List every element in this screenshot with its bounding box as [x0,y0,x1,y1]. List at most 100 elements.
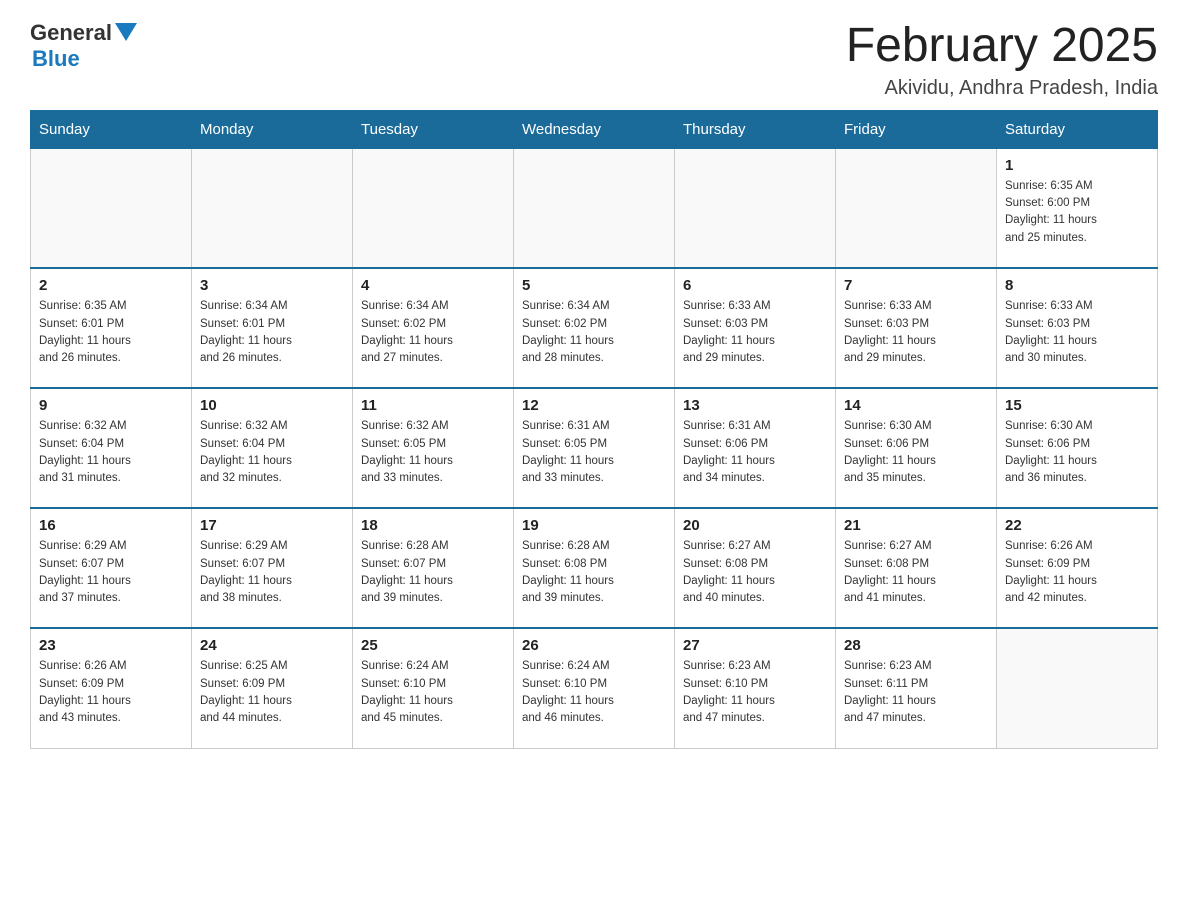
calendar-cell [997,628,1158,748]
day-info: Sunrise: 6:30 AMSunset: 6:06 PMDaylight:… [844,418,988,487]
page-header: General Blue February 2025 Akividu, Andh… [30,20,1158,100]
calendar-cell: 23 Sunrise: 6:26 AMSunset: 6:09 PMDayligh… [31,628,192,748]
calendar-cell: 21 Sunrise: 6:27 AMSunset: 6:08 PMDayligh… [836,508,997,628]
day-number: 3 [200,277,344,294]
day-info: Sunrise: 6:34 AMSunset: 6:02 PMDaylight:… [361,298,505,367]
calendar-cell: 22 Sunrise: 6:26 AMSunset: 6:09 PMDayligh… [997,508,1158,628]
logo-arrow-icon [115,23,137,41]
day-info: Sunrise: 6:31 AMSunset: 6:06 PMDaylight:… [683,418,827,487]
col-header-monday: Monday [192,110,353,148]
calendar-cell [192,148,353,268]
day-info: Sunrise: 6:35 AMSunset: 6:00 PMDaylight:… [1005,178,1149,247]
logo-blue-text: Blue [32,46,80,71]
day-number: 12 [522,397,666,414]
day-number: 17 [200,517,344,534]
calendar-cell: 6 Sunrise: 6:33 AMSunset: 6:03 PMDaylight… [675,268,836,388]
calendar-cell: 18 Sunrise: 6:28 AMSunset: 6:07 PMDayligh… [353,508,514,628]
calendar-cell: 19 Sunrise: 6:28 AMSunset: 6:08 PMDayligh… [514,508,675,628]
calendar-cell: 12 Sunrise: 6:31 AMSunset: 6:05 PMDayligh… [514,388,675,508]
day-info: Sunrise: 6:27 AMSunset: 6:08 PMDaylight:… [683,538,827,607]
calendar-cell: 10 Sunrise: 6:32 AMSunset: 6:04 PMDayligh… [192,388,353,508]
page-subtitle: Akividu, Andhra Pradesh, India [846,77,1158,100]
col-header-sunday: Sunday [31,110,192,148]
day-number: 11 [361,397,505,414]
calendar-cell: 16 Sunrise: 6:29 AMSunset: 6:07 PMDayligh… [31,508,192,628]
day-number: 22 [1005,517,1149,534]
calendar-cell: 26 Sunrise: 6:24 AMSunset: 6:10 PMDayligh… [514,628,675,748]
day-number: 28 [844,637,988,654]
day-number: 21 [844,517,988,534]
col-header-wednesday: Wednesday [514,110,675,148]
col-header-friday: Friday [836,110,997,148]
day-info: Sunrise: 6:32 AMSunset: 6:04 PMDaylight:… [39,418,183,487]
calendar-cell: 2 Sunrise: 6:35 AMSunset: 6:01 PMDaylight… [31,268,192,388]
day-number: 2 [39,277,183,294]
calendar-cell: 17 Sunrise: 6:29 AMSunset: 6:07 PMDayligh… [192,508,353,628]
day-info: Sunrise: 6:29 AMSunset: 6:07 PMDaylight:… [200,538,344,607]
day-number: 10 [200,397,344,414]
day-number: 19 [522,517,666,534]
calendar-cell [514,148,675,268]
day-number: 26 [522,637,666,654]
day-number: 25 [361,637,505,654]
calendar-cell: 9Sunrise: 6:32 AMSunset: 6:04 PMDaylight… [31,388,192,508]
title-block: February 2025 Akividu, Andhra Pradesh, I… [846,20,1158,100]
day-info: Sunrise: 6:26 AMSunset: 6:09 PMDaylight:… [1005,538,1149,607]
calendar-cell [836,148,997,268]
day-number: 24 [200,637,344,654]
calendar-cell: 8Sunrise: 6:33 AMSunset: 6:03 PMDaylight… [997,268,1158,388]
day-number: 18 [361,517,505,534]
day-info: Sunrise: 6:27 AMSunset: 6:08 PMDaylight:… [844,538,988,607]
calendar-cell: 15 Sunrise: 6:30 AMSunset: 6:06 PMDayligh… [997,388,1158,508]
page-title: February 2025 [846,20,1158,73]
day-info: Sunrise: 6:34 AMSunset: 6:02 PMDaylight:… [522,298,666,367]
day-number: 20 [683,517,827,534]
day-info: Sunrise: 6:25 AMSunset: 6:09 PMDaylight:… [200,658,344,727]
calendar-table: SundayMondayTuesdayWednesdayThursdayFrid… [30,110,1158,749]
day-number: 6 [683,277,827,294]
day-info: Sunrise: 6:34 AMSunset: 6:01 PMDaylight:… [200,298,344,367]
logo: General Blue [30,20,137,72]
day-number: 27 [683,637,827,654]
calendar-cell: 28Sunrise: 6:23 AMSunset: 6:11 PMDayligh… [836,628,997,748]
logo-general-text: General [30,20,112,46]
day-number: 14 [844,397,988,414]
day-number: 4 [361,277,505,294]
calendar-cell [31,148,192,268]
col-header-tuesday: Tuesday [353,110,514,148]
day-info: Sunrise: 6:32 AMSunset: 6:05 PMDaylight:… [361,418,505,487]
day-number: 13 [683,397,827,414]
calendar-cell: 27 Sunrise: 6:23 AMSunset: 6:10 PMDayligh… [675,628,836,748]
day-info: Sunrise: 6:24 AMSunset: 6:10 PMDaylight:… [361,658,505,727]
calendar-cell: 7 Sunrise: 6:33 AMSunset: 6:03 PMDaylight… [836,268,997,388]
day-info: Sunrise: 6:33 AMSunset: 6:03 PMDaylight:… [683,298,827,367]
calendar-cell: 20 Sunrise: 6:27 AMSunset: 6:08 PMDayligh… [675,508,836,628]
day-info: Sunrise: 6:28 AMSunset: 6:07 PMDaylight:… [361,538,505,607]
day-info: Sunrise: 6:35 AMSunset: 6:01 PMDaylight:… [39,298,183,367]
col-header-thursday: Thursday [675,110,836,148]
day-info: Sunrise: 6:30 AMSunset: 6:06 PMDaylight:… [1005,418,1149,487]
day-info: Sunrise: 6:26 AMSunset: 6:09 PMDaylight:… [39,658,183,727]
day-info: Sunrise: 6:31 AMSunset: 6:05 PMDaylight:… [522,418,666,487]
day-info: Sunrise: 6:28 AMSunset: 6:08 PMDaylight:… [522,538,666,607]
day-info: Sunrise: 6:33 AMSunset: 6:03 PMDaylight:… [1005,298,1149,367]
day-info: Sunrise: 6:23 AMSunset: 6:10 PMDaylight:… [683,658,827,727]
day-info: Sunrise: 6:32 AMSunset: 6:04 PMDaylight:… [200,418,344,487]
day-number: 16 [39,517,183,534]
day-number: 5 [522,277,666,294]
day-info: Sunrise: 6:24 AMSunset: 6:10 PMDaylight:… [522,658,666,727]
day-number: 23 [39,637,183,654]
calendar-cell: 25 Sunrise: 6:24 AMSunset: 6:10 PMDayligh… [353,628,514,748]
calendar-cell: 14 Sunrise: 6:30 AMSunset: 6:06 PMDayligh… [836,388,997,508]
day-info: Sunrise: 6:33 AMSunset: 6:03 PMDaylight:… [844,298,988,367]
calendar-cell: 1Sunrise: 6:35 AMSunset: 6:00 PMDaylight… [997,148,1158,268]
calendar-cell: 24 Sunrise: 6:25 AMSunset: 6:09 PMDayligh… [192,628,353,748]
col-header-saturday: Saturday [997,110,1158,148]
calendar-cell [675,148,836,268]
calendar-cell: 11 Sunrise: 6:32 AMSunset: 6:05 PMDayligh… [353,388,514,508]
day-number: 7 [844,277,988,294]
day-info: Sunrise: 6:29 AMSunset: 6:07 PMDaylight:… [39,538,183,607]
calendar-cell [353,148,514,268]
day-number: 15 [1005,397,1149,414]
calendar-cell: 4 Sunrise: 6:34 AMSunset: 6:02 PMDaylight… [353,268,514,388]
